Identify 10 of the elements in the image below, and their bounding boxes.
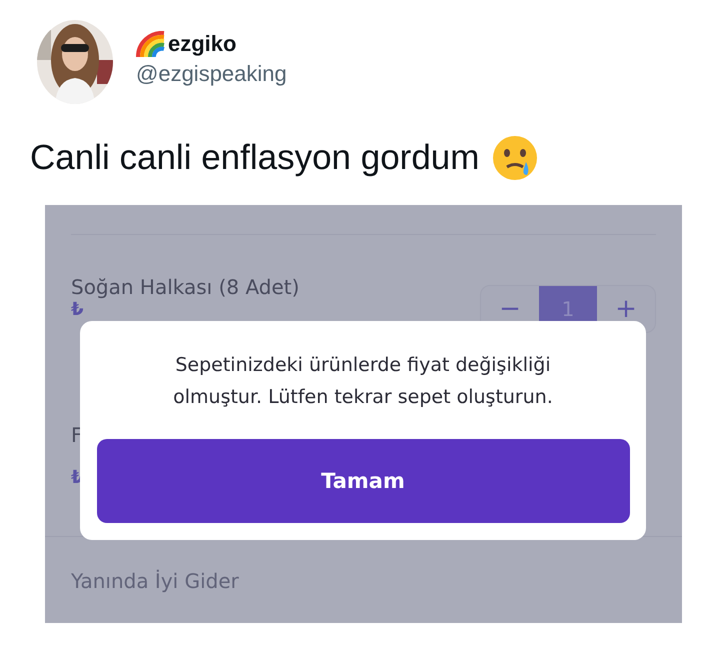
tweet-text: Canli canli enflasyon gordum (30, 138, 480, 178)
section-title: Yanında İyi Gider (70, 568, 240, 593)
crying-face-icon (491, 134, 540, 182)
author-handle[interactable]: @ezgispeaking (136, 61, 287, 87)
ok-button[interactable]: Tamam (96, 439, 630, 523)
product-name: Soğan Halkası (8 Adet) (71, 275, 300, 299)
author-name[interactable]: ezgiko (168, 31, 236, 57)
rainbow-icon (136, 31, 166, 57)
price-text: ₺ (71, 299, 85, 320)
dialog-message: Sepetinizdeki ürünlerde fiyat değişikliği olmuştur. Lütfen tekrar sepet oluşturun. (172, 353, 554, 410)
